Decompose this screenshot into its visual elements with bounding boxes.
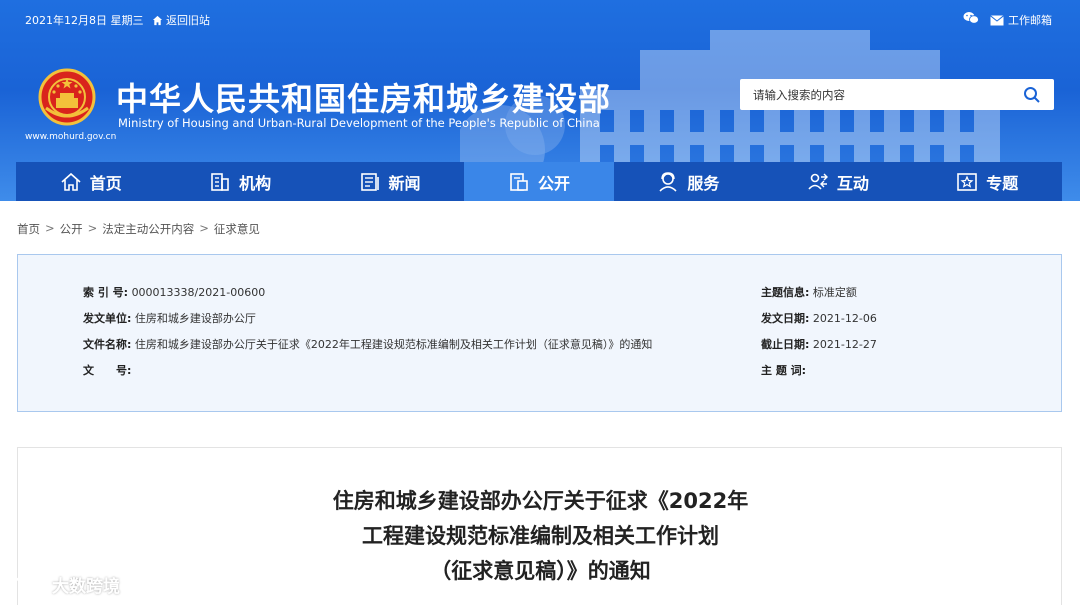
work-mail-link[interactable]: 工作邮箱 [990,12,1052,28]
breadcrumb: 首页 > 公开 > 法定主动公开内容 > 征求意见 [17,221,260,237]
meta-topic: 主题信息: 标准定额 [761,284,857,300]
wechat-icon[interactable] [963,11,979,25]
nav-item-service[interactable]: 服务 [614,162,763,201]
nav-label: 服务 [687,173,720,193]
site-subtitle: Ministry of Housing and Urban-Rural Deve… [118,116,600,130]
article-title-line2: 工程建设规范标准编制及相关工作计划 [362,524,719,548]
meta-date-label: 发文日期: [761,312,810,325]
meta-keywords-label: 主 题 词: [761,364,807,377]
nav-item-organization[interactable]: 机构 [165,162,314,201]
meta-date: 发文日期: 2021-12-06 [761,310,877,326]
current-date: 2021年12月8日 星期三 [25,14,144,27]
search-button[interactable] [1010,79,1054,110]
search-input[interactable] [740,79,1010,110]
nav-item-topics[interactable]: 专题 [913,162,1062,201]
breadcrumb-separator: > [87,221,98,235]
breadcrumb-consultation[interactable]: 征求意见 [214,221,260,237]
mail-icon [990,14,1004,25]
meta-issuer-value: 住房和城乡建设部办公厅 [134,312,256,325]
article-panel: 住房和城乡建设部办公厅关于征求《2022年 工程建设规范标准编制及相关工作计划 … [17,447,1062,605]
nav-label: 机构 [239,173,272,193]
nav-label: 专题 [986,173,1019,193]
search-icon [1024,86,1040,103]
site-domain: www.mohurd.gov.cn [25,132,117,142]
meta-deadline: 截止日期: 2021-12-27 [761,336,877,352]
old-site-link[interactable]: 返回旧站 [152,12,210,28]
nav-item-news[interactable]: 新闻 [315,162,464,201]
meta-issuer: 发文单位: 住房和城乡建设部办公厅 [83,310,256,326]
document-meta-box: 索 引 号: 000013338/2021-00600 发文单位: 住房和城乡建… [17,254,1062,412]
meta-index-label: 索 引 号: [83,286,129,299]
nav-label: 互动 [836,173,869,193]
meta-index-value: 000013338/2021-00600 [131,286,266,299]
national-emblem-icon[interactable] [38,68,96,126]
search-box [740,79,1054,110]
meta-filename-label: 文件名称: [83,338,132,351]
meta-deadline-label: 截止日期: [761,338,810,351]
breadcrumb-public[interactable]: 公开 [60,221,83,237]
watermark: 大数跨境 [10,572,120,597]
main-nav: 首页 机构 新闻 公开 服务 互动 专题 [16,162,1062,201]
nav-label: 新闻 [388,173,421,193]
article-title-line1: 住房和城乡建设部办公厅关于征求《2022年 [332,489,749,513]
document-icon [510,172,528,191]
nav-item-home[interactable]: 首页 [16,162,165,201]
meta-index: 索 引 号: 000013338/2021-00600 [83,284,265,300]
breadcrumb-separator: > [45,221,55,235]
breadcrumb-separator: > [199,221,209,235]
meta-filename-value: 住房和城乡建设部办公厅关于征求《2022年工程建设规范标准编制及相关工作计划（征… [134,338,653,351]
meta-topic-label: 主题信息: [761,286,810,299]
nav-item-public[interactable]: 公开 [464,162,614,201]
meta-deadline-value: 2021-12-27 [812,338,877,351]
article-title-line3: （征求意见稿）》的通知 [430,559,651,583]
old-site-label: 返回旧站 [166,14,210,27]
meta-docno: 文 号: [83,362,131,378]
home-icon [61,172,81,191]
nav-label: 公开 [537,173,570,193]
building-icon [211,172,229,191]
watermark-text: 大数跨境 [52,577,120,597]
breadcrumb-home[interactable]: 首页 [17,221,40,237]
top-bar: 2021年12月8日 星期三 返回旧站 工作邮箱 [0,0,1080,38]
work-mail-label: 工作邮箱 [1008,14,1052,27]
home-icon [152,15,163,25]
service-icon [659,171,677,192]
star-icon [957,172,978,191]
site-title: 中华人民共和国住房和城乡建设部 [116,80,612,118]
breadcrumb-statutory[interactable]: 法定主动公开内容 [102,221,194,237]
interaction-icon [808,173,828,190]
nav-label: 首页 [89,173,122,193]
meta-filename: 文件名称: 住房和城乡建设部办公厅关于征求《2022年工程建设规范标准编制及相关… [83,336,652,352]
meta-topic-value: 标准定额 [812,286,857,299]
watermark-logo-icon [11,576,46,592]
meta-date-value: 2021-12-06 [812,312,877,325]
nav-item-interaction[interactable]: 互动 [763,162,912,201]
meta-keywords: 主 题 词: [761,362,806,378]
meta-issuer-label: 发文单位: [83,312,132,325]
meta-docno-label: 文 号: [83,364,132,377]
news-icon [360,172,379,191]
